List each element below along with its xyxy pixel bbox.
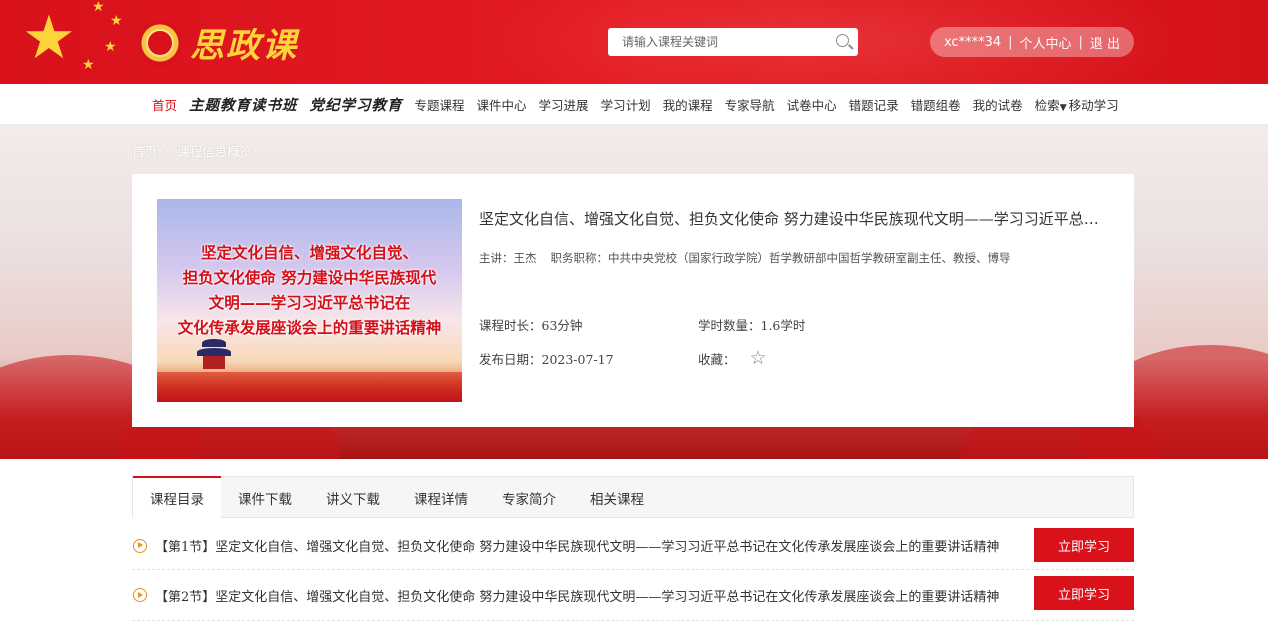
nav-item-reading-class[interactable]: 主题教育读书班	[189, 94, 298, 115]
course-title: 坚定文化自信、增强文化自觉、担负文化使命 努力建设中华民族现代文明——学习习近平…	[479, 210, 1104, 228]
nav-item-search-dropdown[interactable]: 检索▼	[1035, 95, 1067, 114]
course-date: 发布日期：2023-07-17	[479, 351, 614, 367]
temple-of-heaven-icon	[197, 339, 231, 369]
favorite-area: 收藏： ☆	[698, 347, 917, 369]
search-icon[interactable]	[832, 29, 858, 55]
teacher-name: 主讲：王杰	[479, 251, 537, 265]
site-logo-text[interactable]: 思政课	[190, 18, 298, 67]
nav-item-wrong-records[interactable]: 错题记录	[849, 95, 899, 114]
search-box	[608, 28, 858, 56]
course-duration: 课程时长：63分钟	[479, 317, 583, 333]
lesson-list: 【第1节】坚定文化自信、增强文化自觉、担负文化使命 努力建设中华民族现代文明——…	[132, 522, 1134, 621]
course-credits: 学时数量：1.6学时	[698, 317, 806, 333]
tab-catalog[interactable]: 课程目录	[133, 476, 221, 518]
start-learning-button[interactable]: 立即学习	[1034, 528, 1134, 562]
nav-item-party-discipline[interactable]: 党纪学习教育	[310, 94, 403, 115]
course-info-card: 坚定文化自信、增强文化自觉、 担负文化使命 努力建设中华民族现代 文明——学习习…	[132, 174, 1134, 427]
main-nav: 首页 主题教育读书班 党纪学习教育 专题课程 课件中心 学习进展 学习计划 我的…	[0, 84, 1268, 125]
nav-item-progress[interactable]: 学习进展	[539, 95, 589, 114]
tab-course-details[interactable]: 课程详情	[397, 477, 485, 518]
course-poster: 坚定文化自信、增强文化自觉、 担负文化使命 努力建设中华民族现代 文明——学习习…	[157, 199, 462, 402]
lesson-title[interactable]: 【第2节】坚定文化自信、增强文化自觉、担负文化使命 努力建设中华民族现代文明——…	[155, 586, 1015, 605]
small-star-icon: ★	[92, 0, 105, 15]
nav-item-plan[interactable]: 学习计划	[601, 95, 651, 114]
nav-item-mobile[interactable]: 移动学习	[1069, 95, 1119, 114]
teacher-position: 职务职称：中共中央党校（国家行政学院）哲学教研部中国哲学教研室副主任、教授、博导	[550, 251, 1011, 265]
poster-line: 文明——学习习近平总书记在	[208, 294, 411, 312]
poster-hills	[157, 372, 462, 402]
breadcrumb-separator: /	[165, 144, 170, 159]
poster-line: 担负文化使命 努力建设中华民族现代	[182, 269, 437, 287]
course-info: 坚定文化自信、增强文化自觉、担负文化使命 努力建设中华民族现代文明——学习习近平…	[479, 208, 1109, 266]
breadcrumb-current: 课程信息概览	[177, 144, 253, 159]
caret-down-icon: ▼	[1059, 103, 1067, 113]
poster-line: 文化传承发展座谈会上的重要讲话精神	[177, 319, 442, 337]
user-bar: xc****34 | 个人中心 | 退 出	[930, 27, 1134, 57]
separator: |	[1008, 34, 1013, 50]
nav-item-courseware[interactable]: 课件中心	[477, 95, 527, 114]
logout-link[interactable]: 退 出	[1090, 33, 1120, 52]
big-star-icon: ★	[22, 3, 76, 73]
start-learning-button[interactable]: 立即学习	[1034, 576, 1134, 610]
play-icon[interactable]	[133, 588, 147, 602]
small-star-icon: ★	[104, 39, 117, 55]
list-item: 【第1节】坚定文化自信、增强文化自觉、担负文化使命 努力建设中华民族现代文明——…	[132, 522, 1134, 570]
course-tabs: 课程目录 课件下载 讲义下载 课程详情 专家简介 相关课程	[132, 476, 1134, 518]
small-star-icon: ★	[110, 13, 123, 29]
favorite-star-icon[interactable]: ☆	[750, 347, 767, 369]
list-item: 【第2节】坚定文化自信、增强文化自觉、担负文化使命 努力建设中华民族现代文明——…	[132, 570, 1134, 621]
course-teacher: 主讲：王杰 职务职称：中共中央党校（国家行政学院）哲学教研部中国哲学教研室副主任、…	[479, 250, 1109, 266]
personal-center-link[interactable]: 个人中心	[1020, 33, 1072, 52]
nav-item-wrong-paper[interactable]: 错题组卷	[911, 95, 961, 114]
nav-item-home[interactable]: 首页	[152, 95, 177, 114]
play-icon[interactable]	[133, 538, 147, 553]
small-star-icon: ★	[82, 57, 95, 73]
breadcrumb-home[interactable]: 首页	[132, 144, 157, 159]
username[interactable]: xc****34	[944, 35, 1001, 50]
tab-related-courses[interactable]: 相关课程	[573, 477, 661, 518]
nav-item-special-courses[interactable]: 专题课程	[415, 95, 465, 114]
nav-item-search-label: 检索	[1034, 98, 1060, 113]
nav-item-my-courses[interactable]: 我的课程	[663, 95, 713, 114]
nav-item-my-papers[interactable]: 我的试卷	[973, 95, 1023, 114]
top-header: ★ ★ ★ ★ ★ 思政课 xc****34 | 个人中心 | 退 出	[0, 0, 1268, 84]
tab-courseware-download[interactable]: 课件下载	[221, 477, 309, 518]
breadcrumb: 首页 / 课程信息概览	[132, 141, 252, 160]
tab-expert-intro[interactable]: 专家简介	[485, 477, 573, 518]
nav-item-experts[interactable]: 专家导航	[725, 95, 775, 114]
hero-section: 首页 / 课程信息概览 坚定文化自信、增强文化自觉、 担负文化使命 努力建设中华民族…	[0, 125, 1268, 459]
course-meta: 课程时长：63分钟 学时数量：1.6学时 发布日期：2023-07-17 收藏：…	[479, 307, 917, 375]
tab-handout-download[interactable]: 讲义下载	[309, 477, 397, 518]
lesson-title[interactable]: 【第1节】坚定文化自信、增强文化自觉、担负文化使命 努力建设中华民族现代文明——…	[155, 536, 1015, 555]
separator: |	[1078, 34, 1083, 50]
favorite-label: 收藏：	[698, 351, 736, 367]
poster-text: 坚定文化自信、增强文化自觉、 担负文化使命 努力建设中华民族现代 文明——学习习…	[157, 241, 462, 341]
search-input[interactable]	[608, 29, 832, 55]
party-school-emblem-icon[interactable]	[137, 20, 183, 66]
nav-item-exams[interactable]: 试卷中心	[787, 95, 837, 114]
poster-line: 坚定文化自信、增强文化自觉、	[200, 244, 418, 262]
